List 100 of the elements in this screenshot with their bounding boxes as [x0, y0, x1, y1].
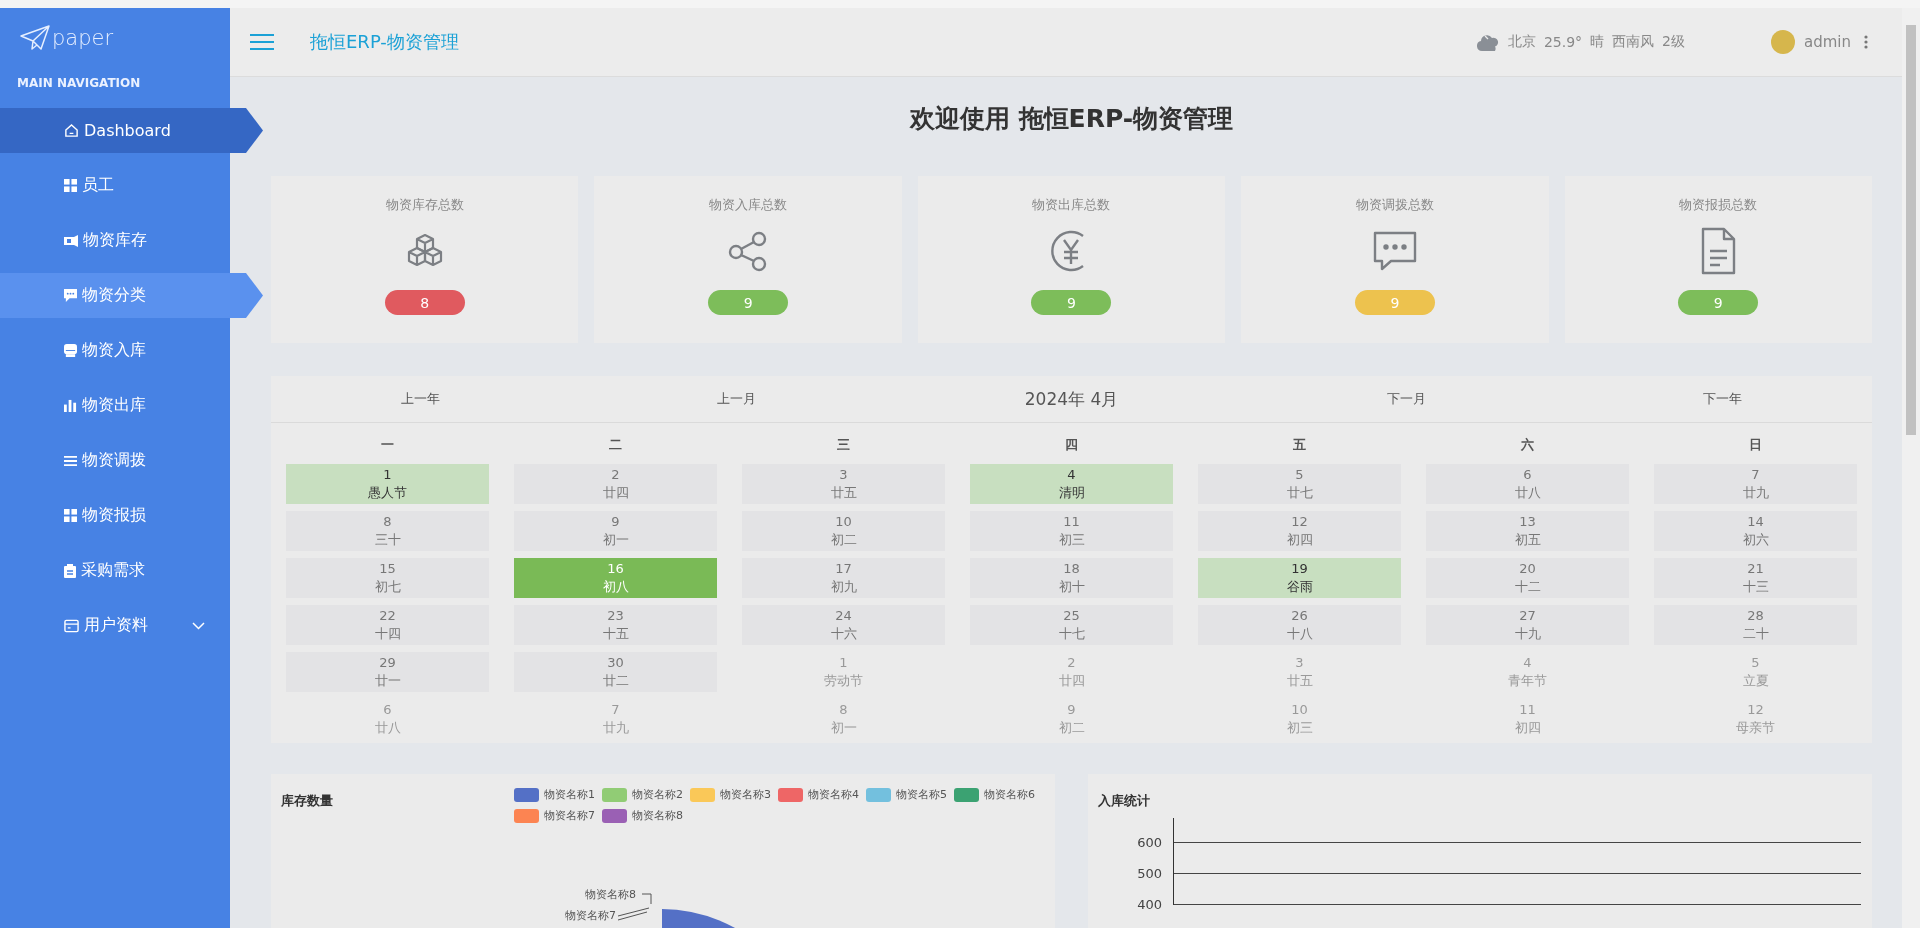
calendar-day[interactable]: 9 初一 [514, 511, 717, 551]
calendar-day[interactable]: 5 廿七 [1198, 464, 1401, 504]
page-title: 欢迎使用 拖恒ERP-物资管理 [908, 103, 1235, 135]
app-title: 拖恒ERP-物资管理 [310, 30, 459, 54]
calendar-day[interactable]: 4 青年节 [1426, 652, 1629, 692]
sidebar-item[interactable]: Dashboard [0, 108, 263, 153]
prev-year-link[interactable]: 上一年 [400, 390, 440, 408]
stat-label: 物资报损总数 [1679, 196, 1758, 214]
weather-text: 2级 [1662, 33, 1685, 51]
weekday-label: 三 [837, 436, 850, 454]
sidebar-item[interactable]: 采购需求 [0, 548, 230, 593]
calendar-day[interactable]: 6 廿八 [1426, 464, 1629, 504]
calendar-day[interactable]: 27 十九 [1426, 605, 1629, 645]
paper-plane-icon [20, 25, 50, 51]
legend-item[interactable]: 物资名称1 [514, 787, 595, 802]
calendar-day[interactable]: 23 十五 [514, 605, 717, 645]
calendar-day[interactable]: 15 初七 [286, 558, 489, 598]
inbox-icon [64, 344, 77, 357]
axis-tick-label: 600 [1137, 835, 1162, 850]
sidebar-item[interactable]: 物资库存 [0, 218, 230, 263]
calendar-day[interactable]: 17 初九 [742, 558, 945, 598]
calendar-day[interactable]: 20 十二 [1426, 558, 1629, 598]
calendar-month: 2024年 4月 [1024, 387, 1119, 411]
weekday-label: 一 [381, 436, 394, 454]
calendar-day[interactable]: 13 初五 [1426, 511, 1629, 551]
legend-item[interactable]: 物资名称7 [514, 808, 595, 823]
calendar-day[interactable]: 19 谷雨 [1198, 558, 1401, 598]
weekday-label: 二 [609, 436, 622, 454]
cloud-icon [1475, 33, 1500, 51]
stat-label: 物资入库总数 [709, 196, 788, 214]
card-icon [64, 618, 79, 633]
weekday-label: 六 [1521, 436, 1534, 454]
calendar-day[interactable]: 25 十七 [970, 605, 1173, 645]
weather-text: 晴 [1590, 33, 1605, 51]
calendar-day[interactable]: 18 初十 [970, 558, 1173, 598]
next-month-link[interactable]: 下一月 [1386, 390, 1426, 408]
legend-item[interactable]: 物资名称8 [602, 808, 683, 823]
calendar-day[interactable]: 24 十六 [742, 605, 945, 645]
legend-item[interactable]: 物资名称5 [866, 787, 947, 802]
calendar-day[interactable]: 1 愚人节 [286, 464, 489, 504]
calendar-day[interactable]: 7 廿九 [514, 699, 717, 739]
bar-chart-icon [64, 399, 77, 412]
calendar-day[interactable]: 12 初四 [1198, 511, 1401, 551]
calendar-day[interactable]: 5 立夏 [1654, 652, 1857, 692]
weekday-label: 日 [1749, 436, 1762, 454]
logo-text: paper [52, 26, 114, 50]
chart-title: 入库统计 [1097, 792, 1151, 810]
chart-title: 库存数量 [281, 792, 334, 810]
sidebar-item[interactable]: 员工 [0, 163, 230, 208]
calendar-day[interactable]: 6 廿八 [286, 699, 489, 739]
leader-line [617, 907, 650, 921]
calendar-day[interactable]: 7 廿九 [1654, 464, 1857, 504]
calendar-day[interactable]: 10 初三 [1198, 699, 1401, 739]
count-badge: 8 [384, 290, 465, 315]
sidebar-item[interactable]: 用户资料 [0, 603, 230, 648]
sidebar-item[interactable]: 物资调拨 [0, 438, 230, 483]
next-year-link[interactable]: 下一年 [1703, 390, 1743, 408]
user-name[interactable]: admin [1804, 33, 1851, 51]
calendar-day[interactable]: 10 初二 [742, 511, 945, 551]
calendar-day[interactable]: 2 廿四 [514, 464, 717, 504]
calendar-day[interactable]: 11 初三 [970, 511, 1173, 551]
calendar-day[interactable]: 3 廿五 [742, 464, 945, 504]
sidebar-item[interactable]: 物资入库 [0, 328, 230, 373]
list-icon [64, 454, 77, 467]
legend-item[interactable]: 物资名称2 [602, 787, 683, 802]
calendar-day[interactable]: 3 廿五 [1198, 652, 1401, 692]
tag-icon [64, 234, 78, 247]
calendar-day[interactable]: 12 母亲节 [1654, 699, 1857, 739]
legend-item[interactable]: 物资名称3 [690, 787, 771, 802]
calendar-day[interactable]: 22 十四 [286, 605, 489, 645]
calendar-day[interactable]: 8 三十 [286, 511, 489, 551]
calendar-day[interactable]: 9 初二 [970, 699, 1173, 739]
avatar[interactable] [1771, 30, 1795, 54]
more-icon [1864, 35, 1868, 49]
sidebar-item[interactable]: 物资出库 [0, 383, 230, 428]
stat-label: 物资库存总数 [385, 196, 464, 214]
calendar-day[interactable]: 2 廿四 [970, 652, 1173, 692]
calendar-day[interactable]: 21 十三 [1654, 558, 1857, 598]
axis-tick-label: 500 [1137, 866, 1162, 881]
calendar-day[interactable]: 16 初八 [514, 558, 717, 598]
calendar-day[interactable]: 29 廿一 [286, 652, 489, 692]
clipboard-icon [64, 563, 76, 578]
legend-item[interactable]: 物资名称6 [954, 787, 1035, 802]
calendar-day[interactable]: 14 初六 [1654, 511, 1857, 551]
calendar-day[interactable]: 11 初四 [1426, 699, 1629, 739]
calendar-day[interactable]: 28 二十 [1654, 605, 1857, 645]
weekday-label: 四 [1065, 436, 1078, 454]
prev-month-link[interactable]: 上一月 [717, 390, 757, 408]
count-badge: 9 [1031, 290, 1112, 315]
calendar-day[interactable]: 4 清明 [970, 464, 1173, 504]
scrollbar-thumb[interactable] [1906, 25, 1916, 435]
slice-label: 物资名称8 [585, 888, 636, 901]
count-badge: 9 [1678, 290, 1759, 315]
sidebar-item[interactable]: 物资分类 [0, 273, 263, 318]
comment-icon [64, 289, 77, 302]
legend-item[interactable]: 物资名称4 [778, 787, 859, 802]
calendar-day[interactable]: 1 劳动节 [742, 652, 945, 692]
sidebar-item[interactable]: 物资报损 [0, 493, 230, 538]
calendar-day[interactable]: 30 廿二 [514, 652, 717, 692]
calendar-day[interactable]: 26 十八 [1198, 605, 1401, 645]
